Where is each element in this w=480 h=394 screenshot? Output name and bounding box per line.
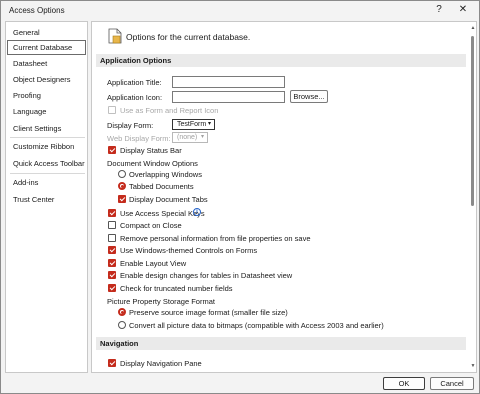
doc-window-options-heading: Document Window Options [107,159,198,168]
display-status-bar-checkbox[interactable] [108,146,116,154]
page-header: Options for the current database. [126,32,251,42]
remove-personal-info-label: Remove personal information from file pr… [120,234,311,243]
tabbed-documents-label: Tabbed Documents [129,182,194,191]
app-title-label: Application Title: [107,78,162,87]
check-truncated-label: Check for truncated number fields [120,284,233,293]
sidebar-item-general[interactable]: General [7,25,86,40]
display-form-value: TestForm [177,121,207,128]
options-panel: Options for the current database. Applic… [91,21,477,373]
chevron-down-icon: ▾ [207,121,211,127]
help-icon[interactable]: ? [429,3,449,17]
sidebar-item-language[interactable]: Language [7,104,86,119]
use-as-form-icon-label: Use as Form and Report Icon [120,106,219,115]
enable-design-changes-label: Enable design changes for tables in Data… [120,271,293,280]
convert-bitmaps-label: Convert all picture data to bitmaps (com… [129,321,384,330]
browse-button[interactable]: Browse... [290,90,328,103]
ok-button[interactable]: OK [383,377,425,390]
sidebar-item-datasheet[interactable]: Datasheet [7,56,86,71]
preserve-source-label: Preserve source image format (smaller fi… [129,308,288,317]
sidebar-item-current-database[interactable]: Current Database [7,40,86,55]
web-display-form-select[interactable]: (none) ▾ [172,132,208,143]
sidebar-item-proofing[interactable]: Proofing [7,88,86,103]
scroll-down-icon[interactable]: ▼ [469,362,476,370]
enable-layout-view-label: Enable Layout View [120,259,187,268]
display-nav-pane-checkbox[interactable] [108,359,116,367]
sidebar-item-customize-ribbon[interactable]: Customize Ribbon [7,139,86,154]
section-heading: Application Options [100,56,172,65]
access-options-dialog: Access Options ? ✕ General Current Datab… [0,0,480,394]
vertical-scrollbar[interactable]: ▲ ▼ [469,22,476,372]
section-application-options: Application Options [96,54,466,67]
display-nav-pane-label: Display Navigation Pane [120,359,202,368]
display-document-tabs-label: Display Document Tabs [129,195,208,204]
cancel-button[interactable]: Cancel [430,377,474,390]
sidebar-item-trust-center[interactable]: Trust Center [7,192,86,207]
app-title-input[interactable] [172,76,285,88]
section-heading: Navigation [100,339,139,348]
use-access-keys-checkbox[interactable] [108,209,116,217]
info-icon[interactable]: i [193,208,201,216]
windows-themed-controls-checkbox[interactable] [108,246,116,254]
windows-themed-controls-label: Use Windows-themed Controls on Forms [120,246,258,255]
section-navigation: Navigation [96,337,466,350]
window-title: Access Options [9,6,65,15]
sidebar-item-add-ins[interactable]: Add-ins [7,175,86,190]
document-icon [108,28,122,44]
display-form-label: Display Form: [107,121,154,130]
display-document-tabs-checkbox[interactable] [118,195,126,203]
app-icon-label: Application Icon: [107,93,163,102]
preserve-source-radio[interactable] [118,308,126,316]
picture-storage-heading: Picture Property Storage Format [107,297,215,306]
chevron-down-icon: ▾ [200,134,204,140]
use-access-keys-label: Use Access Special Keys [120,209,205,218]
check-truncated-checkbox[interactable] [108,284,116,292]
title-bar: Access Options ? ✕ [1,1,479,19]
app-icon-input[interactable] [172,91,285,103]
enable-layout-view-checkbox[interactable] [108,259,116,267]
web-display-form-value: (none) [177,134,198,141]
compact-on-close-label: Compact on Close [120,221,182,230]
close-icon[interactable]: ✕ [453,3,473,17]
display-form-select[interactable]: TestForm ▾ [172,119,215,130]
sidebar-divider [10,173,85,174]
compact-on-close-checkbox[interactable] [108,221,116,229]
display-status-bar-label: Display Status Bar [120,146,182,155]
web-display-form-label: Web Display Form: [107,134,171,143]
overlapping-windows-label: Overlapping Windows [129,170,202,179]
sidebar-divider [10,137,85,138]
enable-design-changes-checkbox[interactable] [108,271,116,279]
sidebar-item-quick-access-toolbar[interactable]: Quick Access Toolbar [7,156,86,171]
scroll-thumb[interactable] [471,36,474,206]
sidebar: General Current Database Datasheet Objec… [5,21,88,373]
remove-personal-info-checkbox[interactable] [108,234,116,242]
sidebar-item-client-settings[interactable]: Client Settings [7,121,86,136]
tabbed-documents-radio[interactable] [118,182,126,190]
convert-bitmaps-radio[interactable] [118,321,126,329]
overlapping-windows-radio[interactable] [118,170,126,178]
scroll-up-icon[interactable]: ▲ [469,24,476,32]
use-as-form-icon-checkbox[interactable] [108,106,116,114]
sidebar-item-object-designers[interactable]: Object Designers [7,72,86,87]
